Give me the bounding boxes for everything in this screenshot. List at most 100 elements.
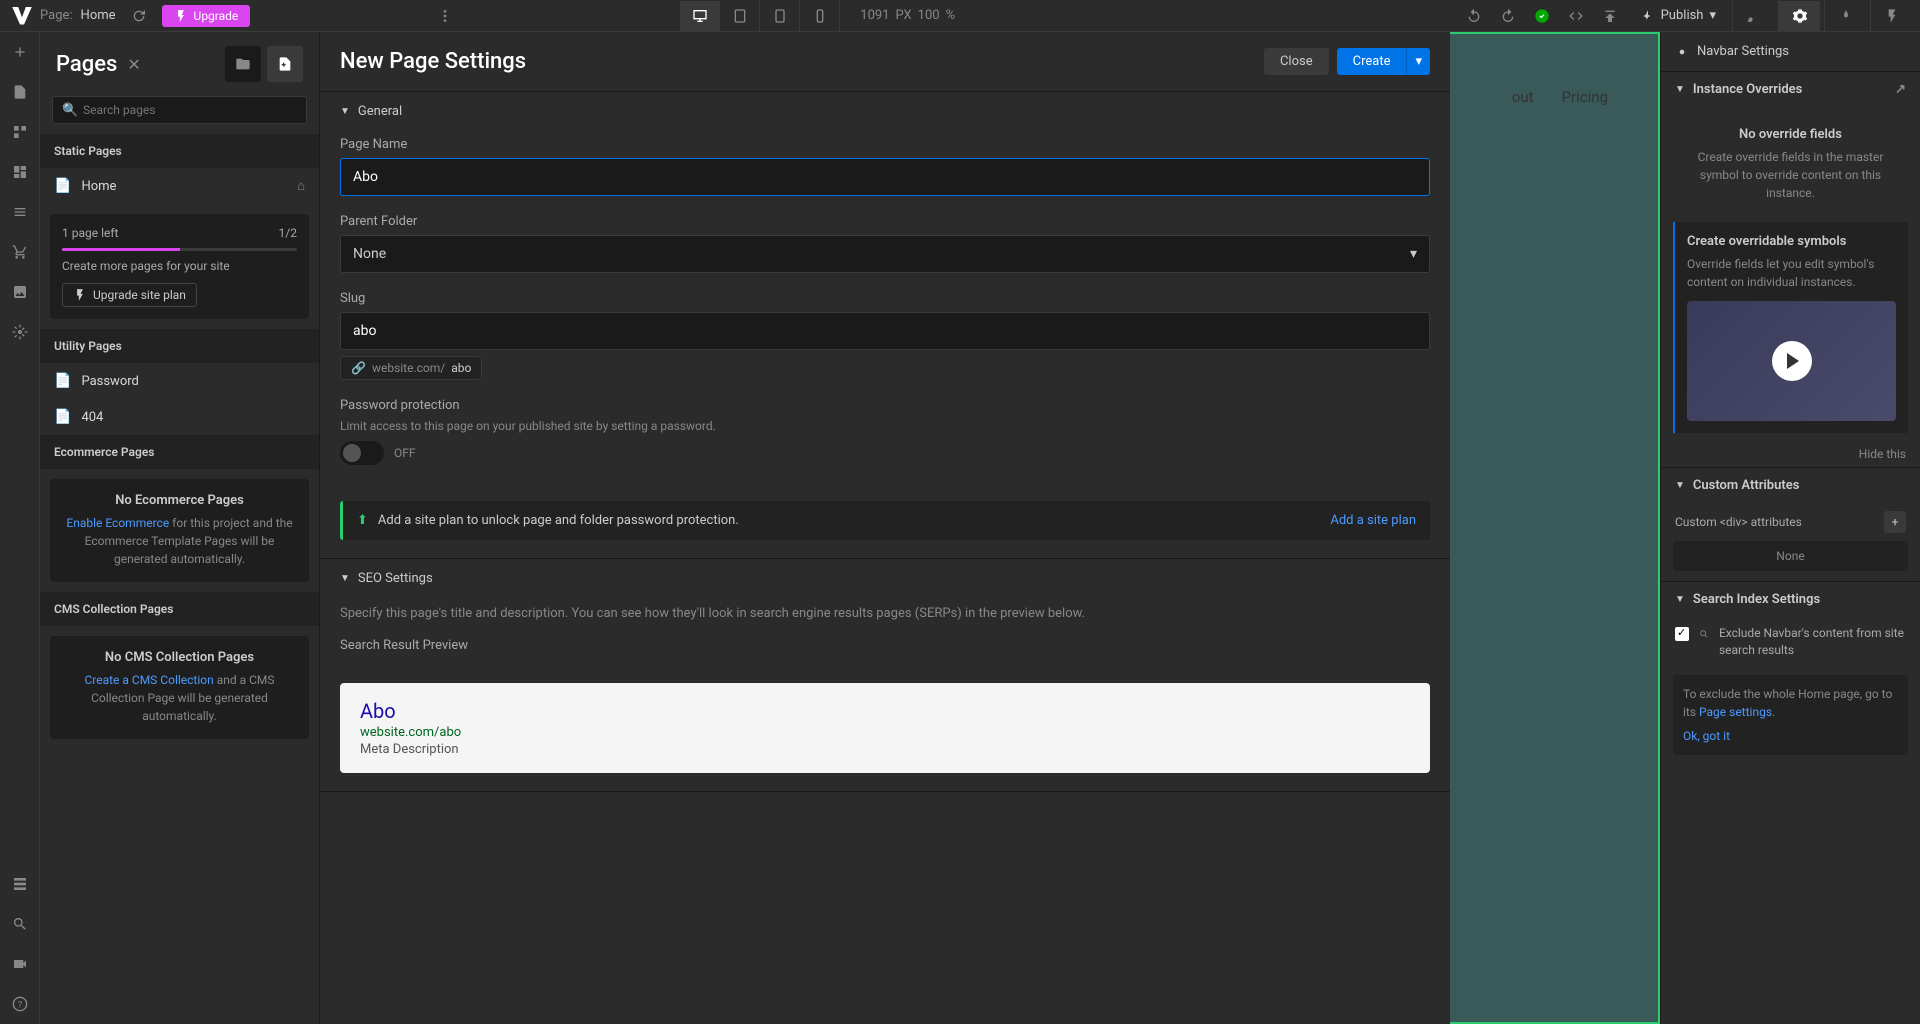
page-name-input[interactable] [340,158,1430,196]
page-icon: 📄 [54,409,71,425]
page-item-home[interactable]: 📄 Home ⌂ [40,168,319,204]
create-button[interactable]: Create [1337,48,1407,75]
create-cms-collection-link[interactable]: Create a CMS Collection [84,673,213,687]
page-name-label: Page Name [340,137,1430,152]
settings-tool[interactable] [1778,1,1820,31]
menu-dots-icon[interactable] [430,1,460,31]
enable-ecommerce-link[interactable]: Enable Ecommerce [66,516,169,530]
chevron-down-icon: ▾ [1709,8,1716,23]
password-toggle[interactable] [340,441,384,465]
new-page-button[interactable] [267,46,303,82]
components-tool[interactable] [0,112,40,152]
play-button[interactable] [1772,341,1812,381]
close-pages-panel[interactable]: ✕ [127,55,140,74]
parent-folder-label: Parent Folder [340,214,1430,229]
ok-got-it-link[interactable]: Ok, got it [1683,729,1730,743]
search-pages-input[interactable] [52,96,307,124]
home-icon: ⌂ [297,178,305,194]
serp-meta: Meta Description [360,742,1410,757]
navigator-tool[interactable] [0,152,40,192]
video-tool[interactable] [0,944,40,984]
tutorial-video[interactable] [1687,301,1896,421]
brush-tool[interactable] [1732,1,1774,31]
quota-count: 1/2 [279,226,297,240]
password-protection-label: Password protection [340,398,1430,413]
canvas-preview[interactable]: out Pricing [1450,32,1660,1024]
redo-icon[interactable] [1493,1,1523,31]
lightning-icon [73,288,87,302]
current-page-name: Home [81,8,116,23]
help-tool[interactable]: ? [0,984,40,1024]
export-icon[interactable] [1595,1,1625,31]
project-settings-tool[interactable] [0,312,40,352]
page-prefix: Page: [40,8,73,23]
status-check-icon [1527,1,1557,31]
device-tablet[interactable] [720,1,760,31]
canvas-nav-about[interactable]: out [1512,88,1534,106]
external-link-icon[interactable]: ↗ [1895,82,1906,97]
add-element-tool[interactable] [0,32,40,72]
add-attribute-button[interactable]: + [1884,511,1906,533]
page-item-404[interactable]: 📄 404 [40,399,319,435]
seo-description: Specify this page's title and descriptio… [320,598,1450,638]
pages-tool[interactable] [0,72,40,112]
publish-button[interactable]: Publish ▾ [1629,8,1728,23]
assets-tool[interactable] [0,272,40,312]
exclude-text: Exclude Navbar's content from site searc… [1719,625,1906,659]
zoom-unit: % [946,8,956,23]
callout-title: Create overridable symbols [1687,234,1896,249]
zoom-value: 100 [918,8,940,23]
interactions-tool[interactable] [1870,1,1912,31]
upgrade-site-plan-button[interactable]: Upgrade site plan [62,283,197,307]
search-tool[interactable] [0,904,40,944]
ecommerce-pages-header: Ecommerce Pages [40,435,319,469]
hide-this-link[interactable]: Hide this [1661,441,1920,467]
refresh-icon[interactable] [124,1,154,31]
chevron-down-icon: ▾ [1410,246,1417,262]
ecommerce-tool[interactable] [0,232,40,272]
page-settings-link[interactable]: Page settings [1699,705,1772,719]
webflow-logo[interactable] [12,7,32,25]
code-icon[interactable] [1561,1,1591,31]
upgrade-arrow-icon: ⬆ [357,513,368,528]
password-protection-desc: Limit access to this page on your publis… [340,419,1430,433]
close-button[interactable]: Close [1264,48,1329,75]
page-item-password[interactable]: 📄 Password [40,363,319,399]
upgrade-button[interactable]: Upgrade [162,5,251,27]
new-folder-button[interactable] [225,46,261,82]
rocket-icon [1641,9,1655,23]
parent-folder-select[interactable]: None ▾ [340,235,1430,273]
cms-pages-header: CMS Collection Pages [40,592,319,626]
canvas-nav-pricing[interactable]: Pricing [1562,88,1608,106]
cms-tool[interactable] [0,192,40,232]
device-mobile[interactable] [800,1,840,31]
cms-empty-state: No CMS Collection Pages Create a CMS Col… [50,636,309,739]
ecommerce-empty-state: No Ecommerce Pages Enable Ecommerce for … [50,479,309,582]
style-tool[interactable] [1824,1,1866,31]
create-dropdown[interactable]: ▾ [1406,48,1430,75]
quota-left-label: 1 page left [62,226,118,240]
instance-overrides-header: Instance Overrides [1693,82,1802,97]
caret-down-icon: ▼ [340,106,350,117]
pages-panel-title: Pages [56,52,117,77]
device-desktop[interactable] [680,1,720,31]
svg-text:?: ? [18,999,23,1010]
page-icon: 📄 [54,178,71,194]
exclude-checkbox[interactable] [1675,627,1689,641]
caret-down-icon: ▼ [340,573,350,584]
page-quota-box: 1 page left 1/2 Create more pages for yo… [50,214,309,319]
slug-label: Slug [340,291,1430,306]
audit-tool[interactable] [0,864,40,904]
undo-icon[interactable] [1459,1,1489,31]
unlock-banner: ⬆ Add a site plan to unlock page and fol… [340,501,1430,540]
slug-input[interactable] [340,312,1430,350]
add-site-plan-link[interactable]: Add a site plan [1330,513,1416,528]
seo-section-toggle[interactable]: ▼ SEO Settings [320,559,1450,598]
password-toggle-state: OFF [394,446,416,460]
settings-title: New Page Settings [340,49,526,74]
caret-down-icon: ▼ [1675,594,1685,605]
device-tablet-portrait[interactable] [760,1,800,31]
no-override-desc: Create override fields in the master sym… [1685,148,1896,202]
caret-down-icon: ▼ [1675,480,1685,491]
general-section-toggle[interactable]: ▼ General [320,92,1450,131]
